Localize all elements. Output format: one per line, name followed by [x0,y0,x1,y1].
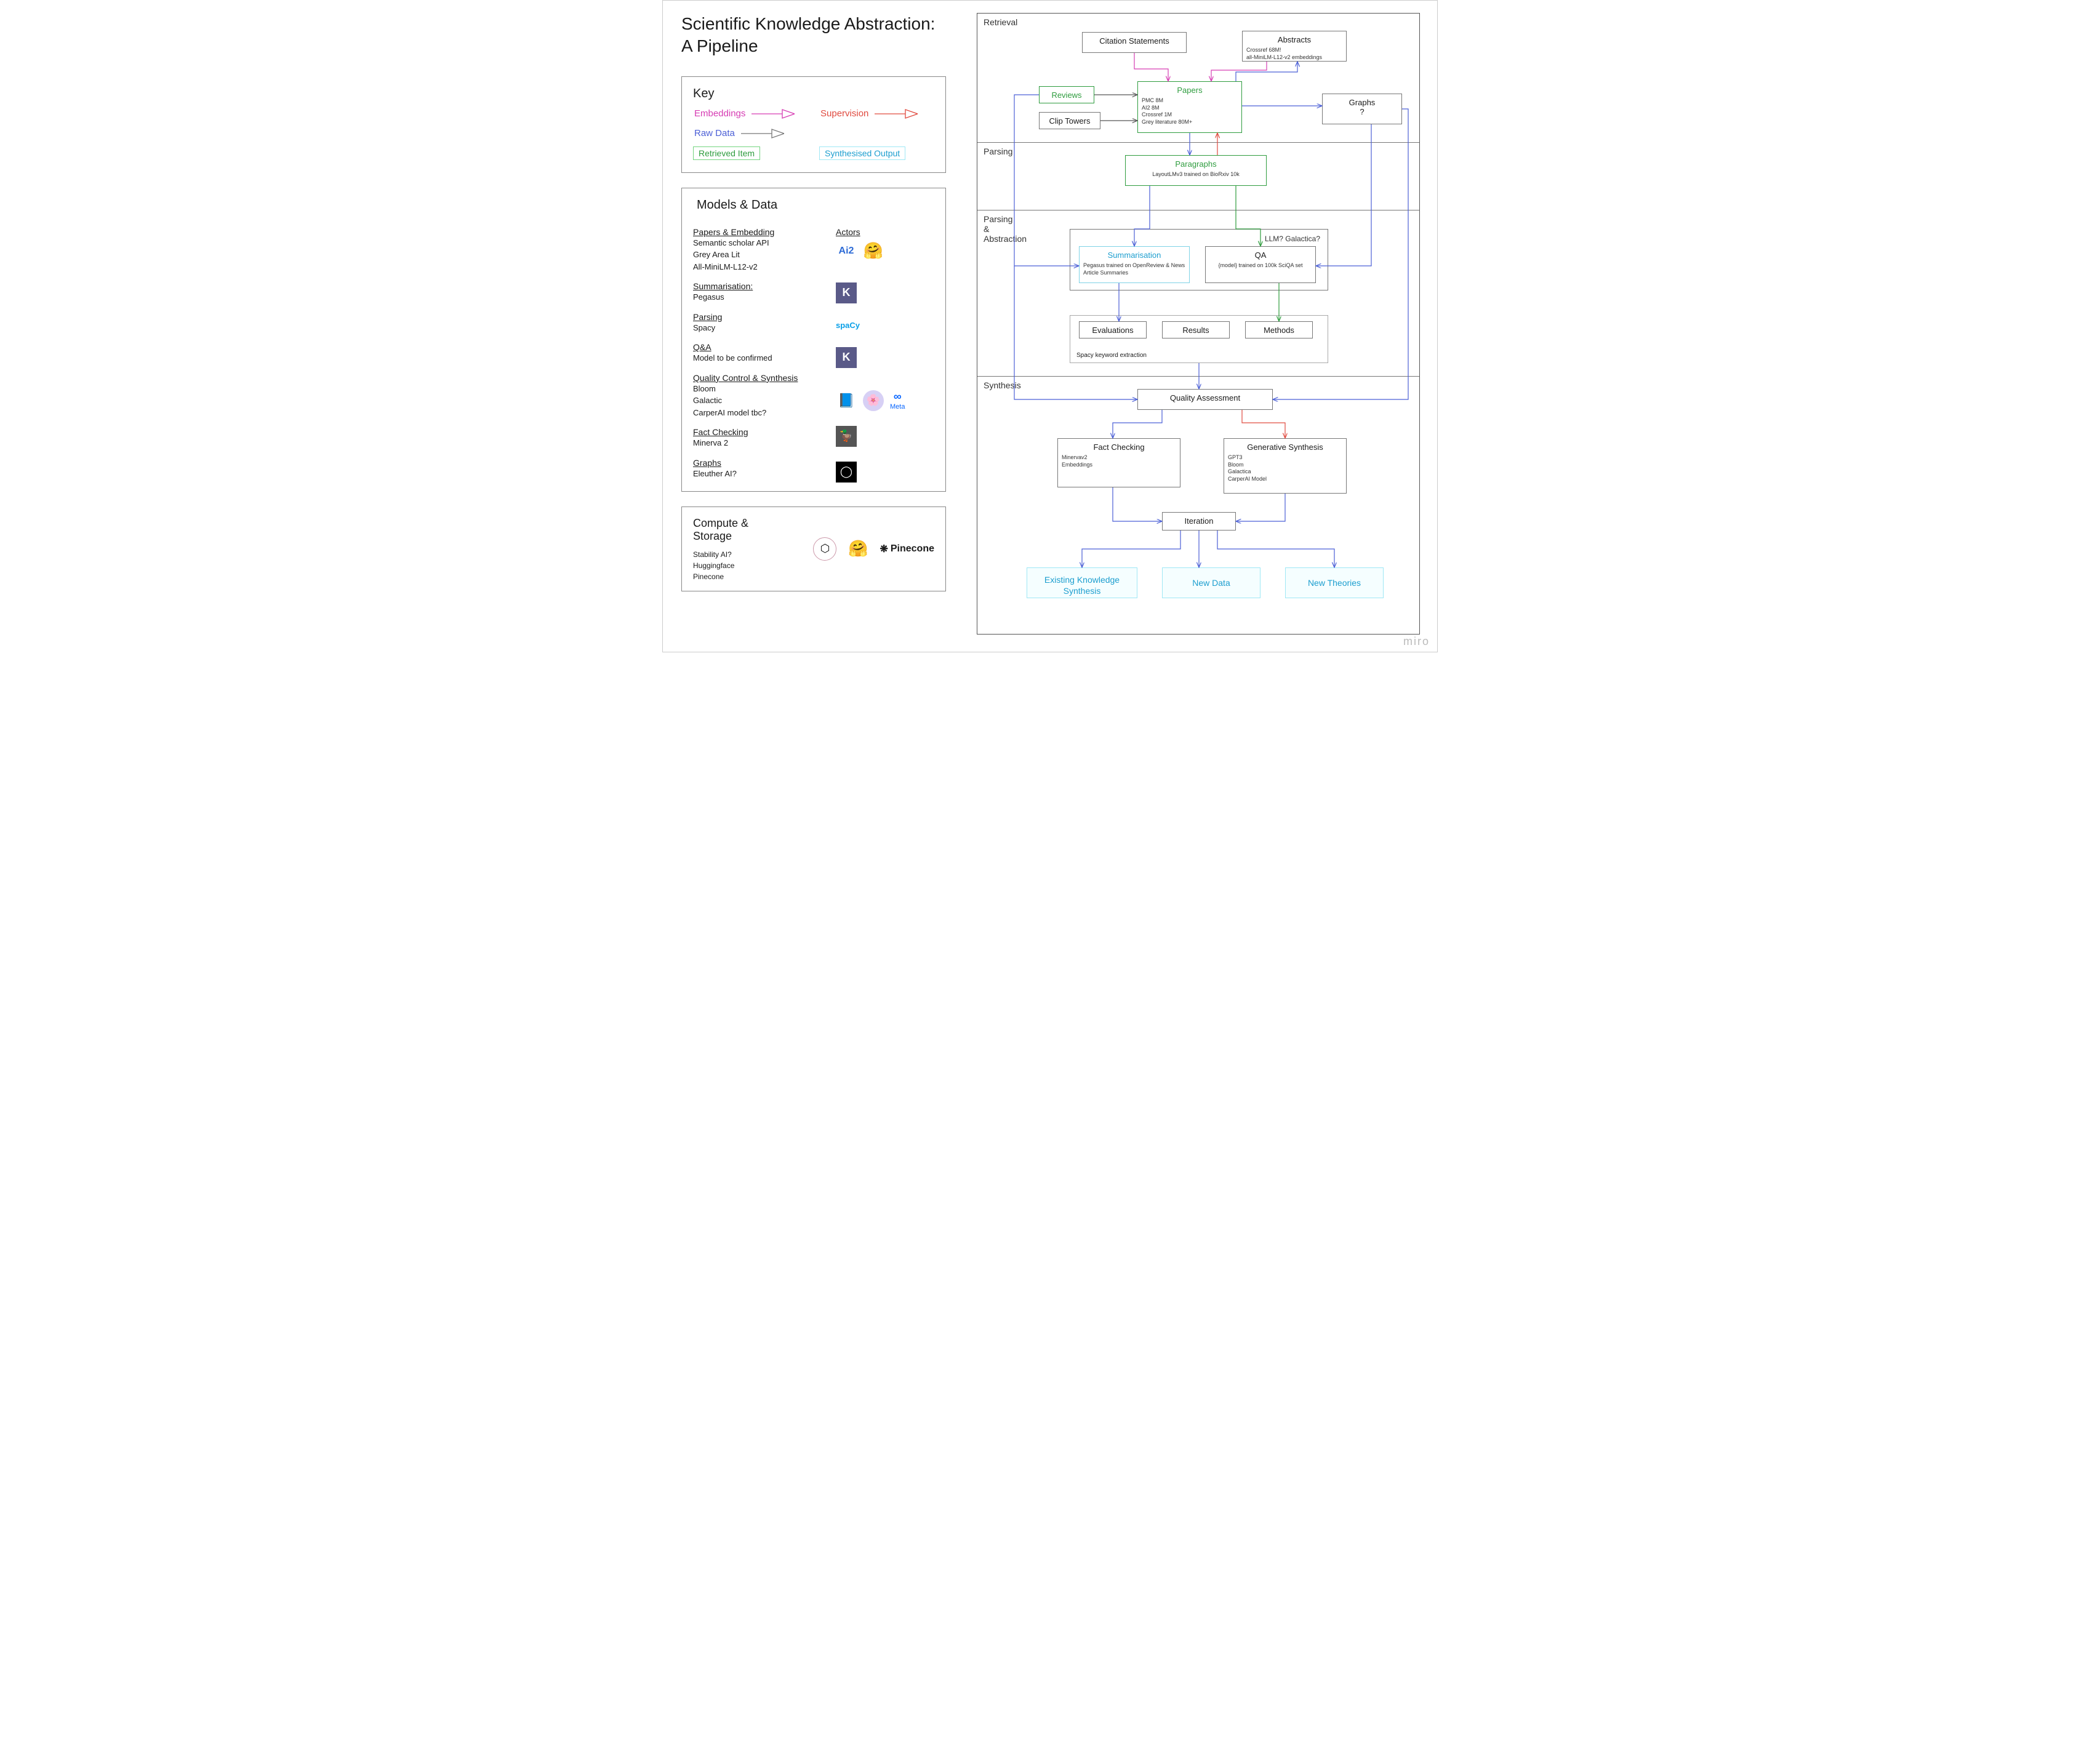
node-qa: QA {model} trained on 100k SciQA set [1205,246,1316,283]
parse-list: Spacy [693,322,817,334]
node-out-existing: Existing Knowledge Synthesis [1027,567,1137,598]
node-quality: Quality Assessment [1137,389,1273,410]
key-panel: Key Embeddings Supervision Raw Data Retr… [681,76,946,173]
node-fact-check: Fact Checking Minervav2 Embeddings [1057,438,1180,487]
node-evaluations: Evaluations [1079,321,1147,338]
node-generative: Generative Synthesis GPT3 Bloom Galactic… [1224,438,1347,494]
left-column: Scientific Knowledge Abstraction: A Pipe… [681,13,946,606]
huggingface-icon: 🤗 [863,241,884,262]
qc-list: Bloom Galactic CarperAI model tbc? [693,383,817,419]
key-synth: Synthesised Output [819,146,934,160]
models-heading: Models & Data [697,198,934,212]
book-icon: 📘 [836,390,857,411]
actors-h: Actors [836,227,934,237]
arrow-icon [751,107,795,121]
arrow-icon [741,127,784,140]
fact-h: Fact Checking [693,427,817,437]
compute-list: Stability AI? Huggingface Pinecone [693,549,788,582]
node-out-newdata: New Data [1162,567,1260,598]
key-raw-data: Raw Data [693,127,808,140]
flower-icon: 🌸 [863,390,884,411]
zone-label: Synthesis [984,380,1021,390]
arrow-icon [875,107,918,121]
diagram-canvas: Scientific Knowledge Abstraction: A Pipe… [662,0,1438,652]
duck-icon: 🦆 [836,426,857,447]
node-papers: Papers PMC 8M AI2 8M Crossref 1M Grey li… [1137,81,1242,133]
graphs-h: Graphs [693,458,817,468]
qc-h: Quality Control & Synthesis [693,373,817,383]
k-icon: K [836,282,857,303]
key-embeddings: Embeddings [693,107,808,121]
summ-list: Pegasus [693,291,817,303]
huggingface-icon: 🤗 [848,539,868,559]
eleuther-icon: ◯ [836,462,857,483]
miro-watermark: miro [1403,635,1430,648]
llm-header: LLM? Galactica? [1074,233,1324,244]
ai2-icon: Ai2 [836,241,857,262]
node-clip: Clip Towers [1039,112,1100,129]
pipeline-diagram: Retrieval Parsing Parsing & Abstraction … [977,13,1420,635]
zone-label: Parsing & Abstraction [984,214,1027,244]
page-title: Scientific Knowledge Abstraction: A Pipe… [681,13,946,58]
node-graphs: Graphs ? [1322,94,1402,124]
qa-list: Model to be confirmed [693,352,817,364]
spacy-icon: spaCy [836,321,860,330]
compute-heading: Compute & Storage [693,517,788,543]
node-results: Results [1162,321,1230,338]
zone-label: Retrieval [984,17,1017,27]
parse-h: Parsing [693,312,817,322]
papers-embed-list: Semantic scholar API Grey Area Lit All-M… [693,237,817,273]
zone-label: Parsing [984,146,1012,156]
node-summarisation: Summarisation Pegasus trained on OpenRev… [1079,246,1190,283]
qa-h: Q&A [693,342,817,352]
node-citation: Citation Statements [1082,32,1187,53]
node-reviews: Reviews [1039,86,1094,103]
hexagon-icon: ⬡ [813,537,836,561]
papers-embed-h: Papers & Embedding [693,227,817,237]
spacy-note: Spacy keyword extraction [1076,352,1147,359]
fact-list: Minerva 2 [693,437,817,449]
compute-panel: Compute & Storage Stability AI? Huggingf… [681,507,946,591]
pinecone-icon: ❋Pinecone [880,543,934,555]
k-icon: K [836,347,857,368]
graphs-list: Eleuther AI? [693,468,817,480]
key-supervision: Supervision [819,107,934,121]
key-retrieved: Retrieved Item [693,146,808,160]
models-panel: Models & Data Papers & Embedding Semanti… [681,188,946,492]
node-iteration: Iteration [1162,512,1236,531]
node-methods: Methods [1245,321,1313,338]
summ-h: Summarisation: [693,281,817,291]
node-paragraphs: Paragraphs LayoutLMv3 trained on BioRxiv… [1125,155,1267,186]
key-heading: Key [693,87,934,101]
node-abstracts: Abstracts Crossref 68M! all-MiniLM-L12-v… [1242,31,1347,62]
node-out-theories: New Theories [1285,567,1384,598]
meta-icon: ∞ Meta [890,390,905,410]
